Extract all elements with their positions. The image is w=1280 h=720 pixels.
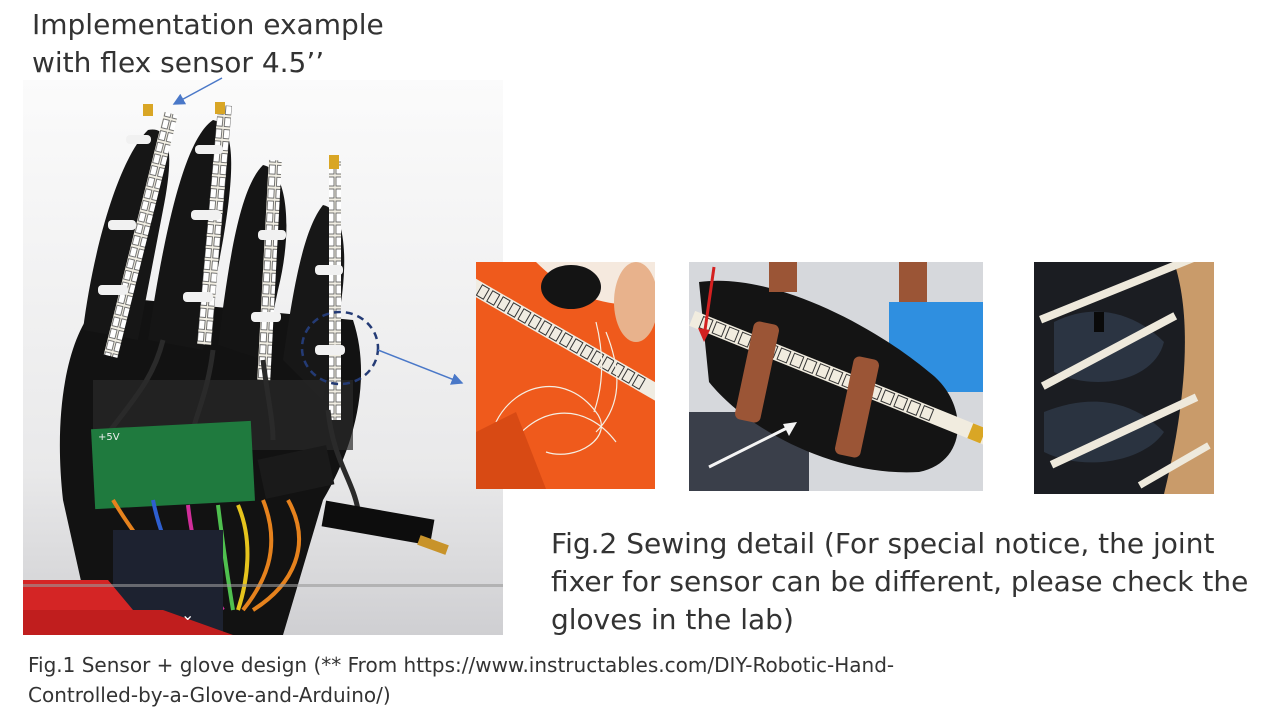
title-arrow [172,77,223,105]
sewing-photo-orange [476,262,655,489]
fig2-caption: Fig.2 Sewing detail (For special notice,… [551,525,1251,639]
detail-arrow [377,349,464,385]
sewing-photo-leather [689,262,983,491]
fig1-caption-line-2: Controlled-by-a-Glove-and-Arduino/) [28,683,391,707]
fig1-caption-line-1: Fig.1 Sensor + glove design (** From htt… [28,653,895,677]
fig2-caption-line-1: Fig.2 Sewing detail (For special notice,… [551,527,1215,560]
fig1-caption: Fig.1 Sensor + glove design (** From htt… [28,650,1028,710]
sewing-photo-closeup [1034,262,1214,494]
fig2-caption-line-2: fixer for sensor can be different, pleas… [551,565,1249,598]
fig2-caption-line-3: gloves in the lab) [551,603,794,636]
